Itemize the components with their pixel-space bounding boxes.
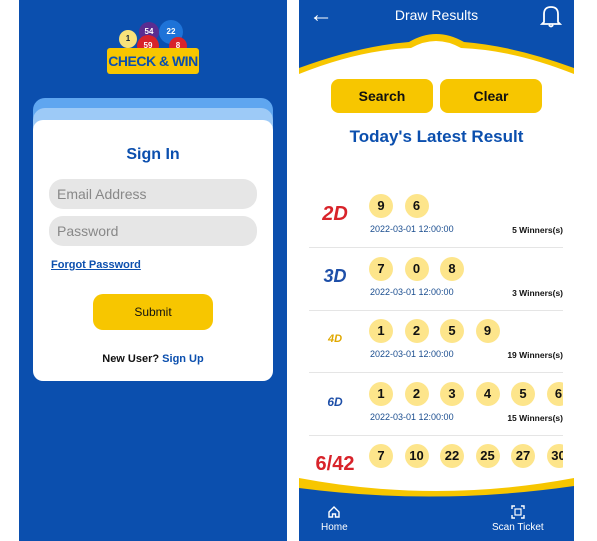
number-ball: 0: [404, 256, 429, 281]
number-ball: 10: [404, 444, 429, 468]
drawn-numbers: 708: [369, 256, 476, 281]
game-logo-6D: 6D: [327, 394, 343, 409]
draw-date: 2022-03-01 12:00:00: [370, 349, 454, 359]
header: ← Draw Results: [299, 0, 574, 74]
password-field[interactable]: [49, 216, 257, 246]
game-logo-2D: 2D: [322, 202, 348, 225]
number-ball: 1: [369, 319, 393, 343]
home-icon: [328, 506, 341, 518]
game-logo-3D: 3D: [323, 266, 347, 286]
clear-button[interactable]: Clear: [440, 79, 542, 113]
number-ball: 6: [546, 381, 563, 406]
number-ball: 6: [404, 194, 429, 218]
result-row[interactable]: 4D 1 2 5 9 2022-03-01 12:00:00 19 Winners(s): [309, 311, 563, 373]
email-field[interactable]: [49, 179, 257, 209]
number-ball: 5: [511, 381, 535, 406]
number-ball: 8: [440, 256, 464, 281]
submit-button[interactable]: Submit: [93, 294, 213, 330]
signin-card: Sign In Forgot Password Submit New User?…: [33, 120, 273, 381]
check-and-win-logo: 1 54 22 59 8 CHECK & WIN: [105, 18, 201, 78]
new-user-prompt: New User? Sign Up: [102, 353, 204, 365]
game-logo-4D: 4D: [327, 333, 343, 345]
sign-up-link[interactable]: Sign Up: [162, 353, 204, 365]
number-ball: 4: [475, 381, 500, 406]
number-ball: 30: [546, 444, 563, 468]
number-ball: 1: [369, 381, 393, 406]
nav-home[interactable]: Home: [321, 505, 348, 533]
nav-scan-ticket[interactable]: Scan Ticket: [492, 505, 544, 533]
number-ball: 3: [440, 381, 464, 406]
number-ball: 27: [511, 444, 535, 468]
winners-count: 15 Winners(s): [507, 412, 563, 423]
screen-title: Draw Results: [394, 7, 479, 23]
result-row[interactable]: 3D 7 0 8 2022-03-01 12:00:00 3 Winners(s): [309, 249, 563, 311]
result-row[interactable]: 6D 1 2 3 4 5 6 2022-03-01 12:00:00 15 Winners(s): [309, 374, 563, 436]
scan-icon: [511, 505, 525, 519]
draw-date: 2022-03-01 12:00:00: [370, 224, 454, 234]
drawn-numbers: 96: [369, 194, 440, 218]
number-ball: 22: [440, 444, 464, 468]
number-ball: 25: [475, 444, 500, 468]
winners-count: 3 Winners(s): [512, 287, 563, 298]
drawn-numbers: 123456: [369, 381, 563, 406]
drawn-numbers: 7 10 22 25 27 30: [369, 444, 563, 468]
signin-screen: 1 54 22 59 8 CHECK & WIN Sign In Forgot …: [19, 0, 287, 541]
number-ball: 2: [404, 381, 429, 406]
bell-icon[interactable]: [540, 4, 562, 28]
number-ball: 7: [369, 256, 393, 281]
number-ball: 7: [369, 444, 393, 468]
draw-results-screen: ← Draw Results Search Clear Today's Late…: [299, 0, 574, 541]
draw-date: 2022-03-01 12:00:00: [370, 286, 454, 297]
winners-count: 19 Winners(s): [507, 350, 563, 360]
number-ball: 9: [369, 194, 393, 218]
number-ball: 2: [404, 319, 429, 343]
winners-count: 5 Winners(s): [512, 225, 563, 235]
draw-date: 2022-03-01 12:00:00: [370, 411, 454, 422]
forgot-password-link[interactable]: Forgot Password: [51, 259, 141, 271]
signin-title: Sign In: [126, 146, 180, 163]
number-ball: 5: [440, 319, 464, 343]
latest-result-heading: Today's Latest Result: [349, 127, 524, 146]
search-button[interactable]: Search: [331, 79, 433, 113]
result-row[interactable]: 2D 9 6 2022-03-01 12:00:00 5 Winners(s): [309, 186, 563, 248]
number-ball: 9: [475, 319, 500, 343]
drawn-numbers: 1259: [369, 319, 511, 343]
